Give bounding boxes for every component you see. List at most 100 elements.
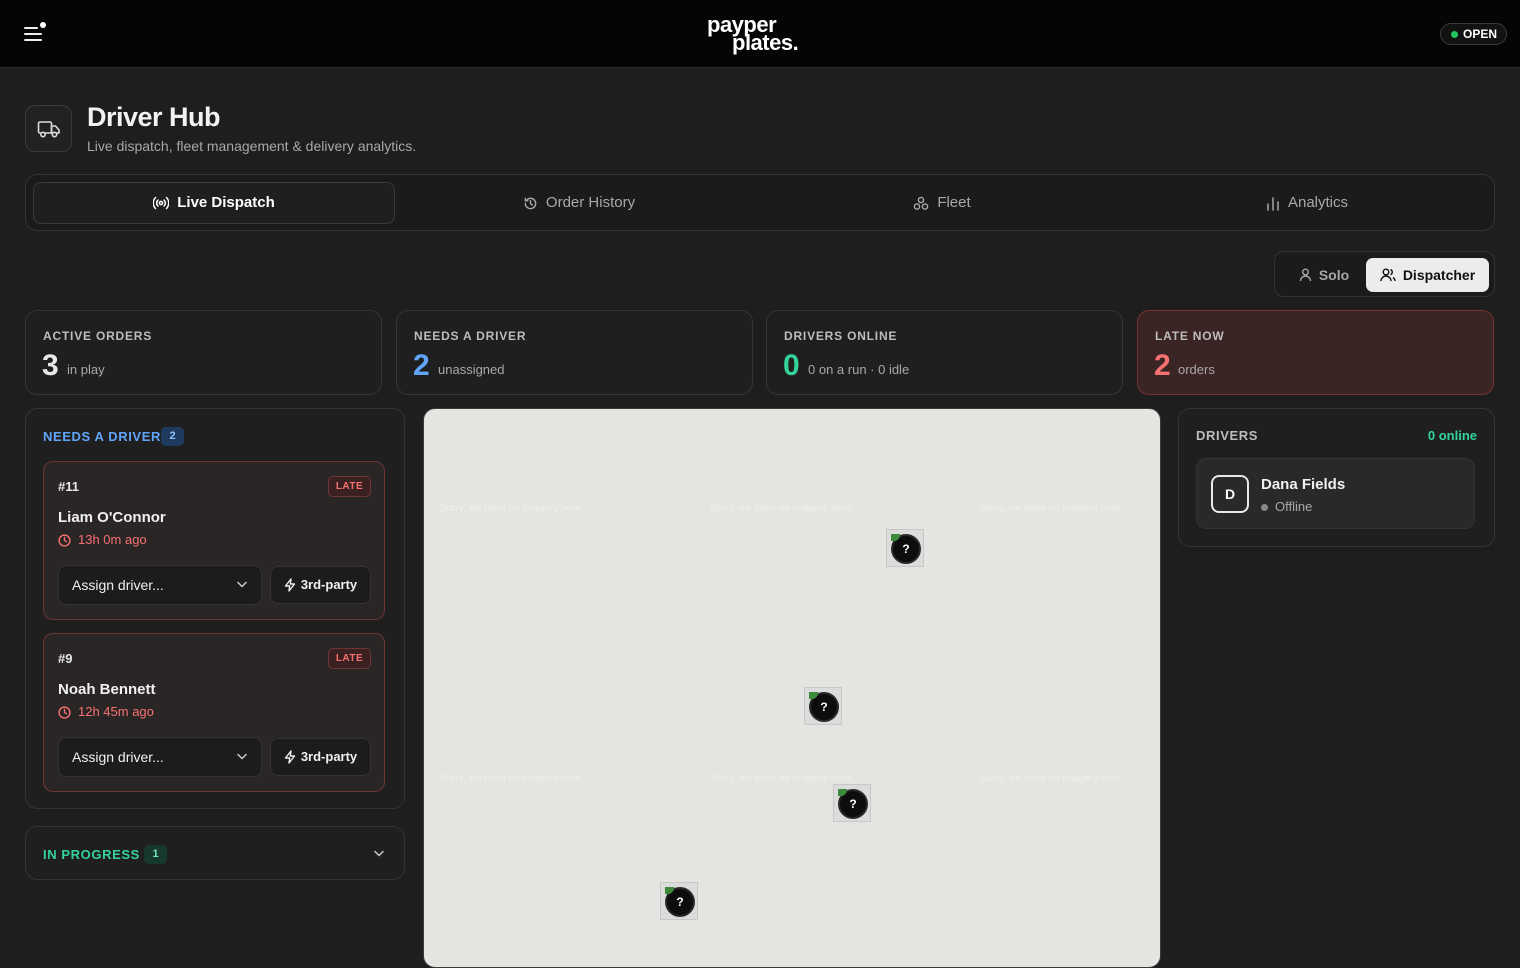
order-number: #11 [58,479,79,494]
third-party-label: 3rd-party [300,577,358,592]
elapsed-text: 13h 0m ago [78,532,147,547]
order-card[interactable]: #11 LATE Liam O'Connor 13h 0m ago Assign… [43,461,385,620]
driver-status-text: Offline [1275,499,1313,514]
drivers-panel: DRIVERS 0 online D Dana Fields Offline [1178,408,1495,547]
stat-caption: in play [67,362,105,377]
stat-card-drivers-online: DRIVERS ONLINE 0 0 on a run · 0 idle [766,310,1123,395]
mode-toggle: Solo Dispatcher [1274,251,1495,297]
mode-label: Solo [1318,267,1350,283]
third-party-button[interactable]: 3rd-party [270,738,371,776]
stat-caption: unassigned [438,362,505,377]
store-status-label: OPEN [1463,27,1498,41]
fleet-icon [914,196,929,210]
clock-icon [58,705,71,719]
stat-label: ACTIVE ORDERS [43,329,153,343]
chevron-down-icon [237,753,247,760]
tab-label: Fleet [937,194,971,211]
chevron-down-icon [374,850,384,857]
in-progress-title: IN PROGRESS [43,847,140,862]
late-badge: LATE [328,476,371,497]
dispatcher-mode-button[interactable]: Dispatcher [1366,258,1489,292]
user-icon [1299,268,1312,282]
main-tabs: Live Dispatch Order History Fleet Analyt… [25,174,1495,231]
stat-caption: orders [1178,362,1215,377]
late-badge: LATE [328,648,371,669]
stat-value: 0 [783,349,800,382]
lightning-icon [284,750,296,764]
assign-driver-placeholder: Assign driver... [72,577,164,593]
users-icon [1380,268,1396,282]
stat-value: 3 [42,349,59,382]
map-marker[interactable]: ? [804,687,842,725]
status-dot-icon [1451,31,1458,38]
assign-driver-select[interactable]: Assign driver... [58,565,262,605]
menu-icon[interactable] [24,22,48,44]
store-status-badge[interactable]: OPEN [1440,23,1507,45]
marker-glyph: ? [676,895,684,909]
tab-order-history[interactable]: Order History [398,182,760,224]
broadcast-icon [153,196,170,210]
order-card[interactable]: #9 LATE Noah Bennett 12h 45m ago Assign … [43,633,385,792]
tab-label: Order History [545,194,636,211]
lightning-icon [284,578,296,592]
driver-name: Dana Fields [1261,476,1346,493]
third-party-label: 3rd-party [300,749,358,764]
truck-icon [25,105,72,152]
needs-driver-panel: NEEDS A DRIVER 2 #11 LATE Liam O'Connor … [25,408,405,809]
stat-card-active-orders: ACTIVE ORDERS 3 in play [25,310,382,395]
stat-card-needs-driver: NEEDS A DRIVER 2 unassigned [396,310,753,395]
dispatch-map[interactable]: Sorry, we have no imagery here. Sorry, w… [423,408,1161,968]
customer-name: Liam O'Connor [58,509,166,526]
map-marker[interactable]: ? [660,882,698,920]
chevron-down-icon [237,581,247,588]
in-progress-section[interactable]: IN PROGRESS 1 [25,826,405,880]
map-marker[interactable]: ? [833,784,871,822]
bar-chart-icon [1267,196,1279,211]
status-dot-icon [1261,503,1268,511]
tab-analytics[interactable]: Analytics [1126,182,1488,224]
stat-label: DRIVERS ONLINE [784,329,898,343]
mode-label: Dispatcher [1402,267,1476,283]
needs-driver-count-badge: 2 [161,427,184,446]
top-bar: payper plates. OPEN [0,0,1520,68]
order-elapsed: 13h 0m ago [58,532,147,548]
drivers-online-count: 0 online [1427,428,1477,443]
driver-card[interactable]: D Dana Fields Offline [1196,458,1475,529]
in-progress-count-badge: 1 [144,845,167,864]
page-title: Driver Hub [87,102,221,132]
map-tile-message: Sorry, we have no imagery here. [440,503,584,514]
tab-label: Analytics [1287,194,1349,211]
third-party-button[interactable]: 3rd-party [270,566,371,604]
stat-label: NEEDS A DRIVER [414,329,527,343]
stat-caption: 0 on a run · 0 idle [808,362,910,377]
stat-value: 2 [413,349,430,382]
marker-glyph: ? [820,700,828,714]
history-icon [524,197,537,209]
marker-glyph: ? [902,542,910,556]
order-elapsed: 12h 45m ago [58,704,154,720]
avatar: D [1211,475,1249,513]
tab-fleet[interactable]: Fleet [761,182,1123,224]
customer-name: Noah Bennett [58,681,156,698]
tab-label: Live Dispatch [177,194,275,211]
stat-label: LATE NOW [1155,329,1225,343]
map-marker[interactable]: ? [886,529,924,567]
map-tile-message: Sorry, we have no imagery here. [980,503,1124,514]
map-tile-message: Sorry, we have no imagery here. [710,503,854,514]
brand-line-2: plates. [732,30,799,55]
brand-logo[interactable]: payper plates. [700,12,820,56]
order-number: #9 [58,651,73,666]
map-tile-message: Sorry, we have no imagery here. [440,773,584,784]
marker-glyph: ? [849,797,857,811]
stat-value: 2 [1154,349,1171,382]
page-subtitle: Live dispatch, fleet management & delive… [87,138,417,154]
driver-status: Offline [1261,499,1312,515]
assign-driver-select[interactable]: Assign driver... [58,737,262,777]
solo-mode-button[interactable]: Solo [1282,258,1366,292]
notification-dot [40,22,46,28]
elapsed-text: 12h 45m ago [78,704,154,719]
tab-live-dispatch[interactable]: Live Dispatch [33,182,395,224]
map-tile-message: Sorry, we have no imagery here. [980,773,1124,784]
assign-driver-placeholder: Assign driver... [72,749,164,765]
needs-driver-title: NEEDS A DRIVER [43,429,161,444]
